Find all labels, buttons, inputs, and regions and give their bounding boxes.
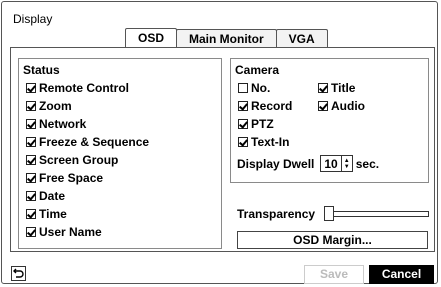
osd-panel: Status Remote Control Zoom Network Freez… bbox=[10, 47, 435, 252]
freeze-sequence-checkbox[interactable]: Freeze & Sequence bbox=[26, 135, 149, 149]
transparency-slider-thumb[interactable] bbox=[324, 206, 334, 221]
checkbox-label: Zoom bbox=[39, 99, 72, 113]
checkbox-icon bbox=[26, 137, 36, 147]
camera-group: Camera No. Title Record Audio PTZ Text-I… bbox=[230, 58, 429, 183]
display-dwell-unit: sec. bbox=[355, 156, 380, 171]
checkbox-label: No. bbox=[251, 81, 271, 95]
camera-record-checkbox[interactable]: Record bbox=[238, 99, 292, 113]
checkbox-label: Record bbox=[251, 99, 293, 113]
date-checkbox[interactable]: Date bbox=[26, 189, 65, 203]
checkbox-icon bbox=[26, 227, 36, 237]
display-dwell-row: Display Dwell 10 ▲ ▼ sec. bbox=[237, 155, 379, 172]
checkbox-icon bbox=[238, 83, 248, 93]
checkbox-label: Text-In bbox=[251, 135, 290, 149]
camera-group-title: Camera bbox=[235, 63, 280, 77]
checkbox-icon bbox=[318, 101, 328, 111]
tab-vga[interactable]: VGA bbox=[275, 29, 328, 47]
transparency-label: Transparency bbox=[237, 207, 316, 221]
camera-title-checkbox[interactable]: Title bbox=[318, 81, 355, 95]
zoom-checkbox[interactable]: Zoom bbox=[26, 99, 72, 113]
camera-audio-checkbox[interactable]: Audio bbox=[318, 99, 365, 113]
checkbox-label: Time bbox=[39, 207, 67, 221]
checkbox-label: Audio bbox=[331, 99, 365, 113]
checkbox-label: Screen Group bbox=[39, 153, 119, 167]
checkbox-label: User Name bbox=[39, 225, 102, 239]
tab-osd[interactable]: OSD bbox=[125, 28, 178, 48]
checkbox-icon bbox=[26, 119, 36, 129]
checkbox-label: Free Space bbox=[39, 171, 104, 185]
screen-group-checkbox[interactable]: Screen Group bbox=[26, 153, 118, 167]
checkbox-icon bbox=[238, 119, 248, 129]
checkbox-label: Title bbox=[331, 81, 356, 95]
checkbox-icon bbox=[26, 83, 36, 93]
camera-ptz-checkbox[interactable]: PTZ bbox=[238, 117, 274, 131]
display-dwell-value: 10 bbox=[324, 156, 338, 171]
osd-margin-button[interactable]: OSD Margin... bbox=[237, 231, 428, 249]
status-group: Status Remote Control Zoom Network Freez… bbox=[18, 58, 222, 249]
checkbox-label: PTZ bbox=[251, 117, 274, 131]
checkbox-icon bbox=[26, 155, 36, 165]
checkbox-icon bbox=[26, 191, 36, 201]
camera-no-checkbox[interactable]: No. bbox=[238, 81, 270, 95]
remote-control-checkbox[interactable]: Remote Control bbox=[26, 81, 129, 95]
camera-textin-checkbox[interactable]: Text-In bbox=[238, 135, 289, 149]
status-group-title: Status bbox=[23, 63, 60, 77]
checkbox-icon bbox=[238, 101, 248, 111]
checkbox-label: Date bbox=[39, 189, 66, 203]
display-dialog: Display OSD Main Monitor VGA Status Remo… bbox=[1, 1, 438, 284]
tab-bar: OSD Main Monitor VGA bbox=[125, 28, 328, 48]
save-button[interactable]: Save bbox=[304, 265, 364, 284]
spinner-arrows-icon[interactable]: ▲ ▼ bbox=[340, 156, 352, 171]
checkbox-icon bbox=[26, 209, 36, 219]
tab-main-monitor[interactable]: Main Monitor bbox=[176, 29, 277, 47]
checkbox-icon bbox=[238, 137, 248, 147]
checkbox-icon bbox=[318, 83, 328, 93]
transparency-slider-track[interactable] bbox=[324, 211, 429, 217]
user-name-checkbox[interactable]: User Name bbox=[26, 225, 102, 239]
checkbox-label: Network bbox=[39, 117, 87, 131]
back-arrow-icon bbox=[13, 268, 24, 278]
checkbox-label: Freeze & Sequence bbox=[39, 135, 150, 149]
network-checkbox[interactable]: Network bbox=[26, 117, 86, 131]
free-space-checkbox[interactable]: Free Space bbox=[26, 171, 103, 185]
display-dwell-label: Display Dwell bbox=[237, 156, 315, 171]
checkbox-icon bbox=[26, 173, 36, 183]
checkbox-label: Remote Control bbox=[39, 81, 129, 95]
time-checkbox[interactable]: Time bbox=[26, 207, 67, 221]
display-dwell-spinner[interactable]: 10 ▲ ▼ bbox=[320, 155, 353, 172]
cancel-button[interactable]: Cancel bbox=[369, 265, 434, 284]
checkbox-icon bbox=[26, 101, 36, 111]
back-button[interactable] bbox=[11, 266, 26, 281]
dialog-title: Display bbox=[13, 12, 53, 26]
